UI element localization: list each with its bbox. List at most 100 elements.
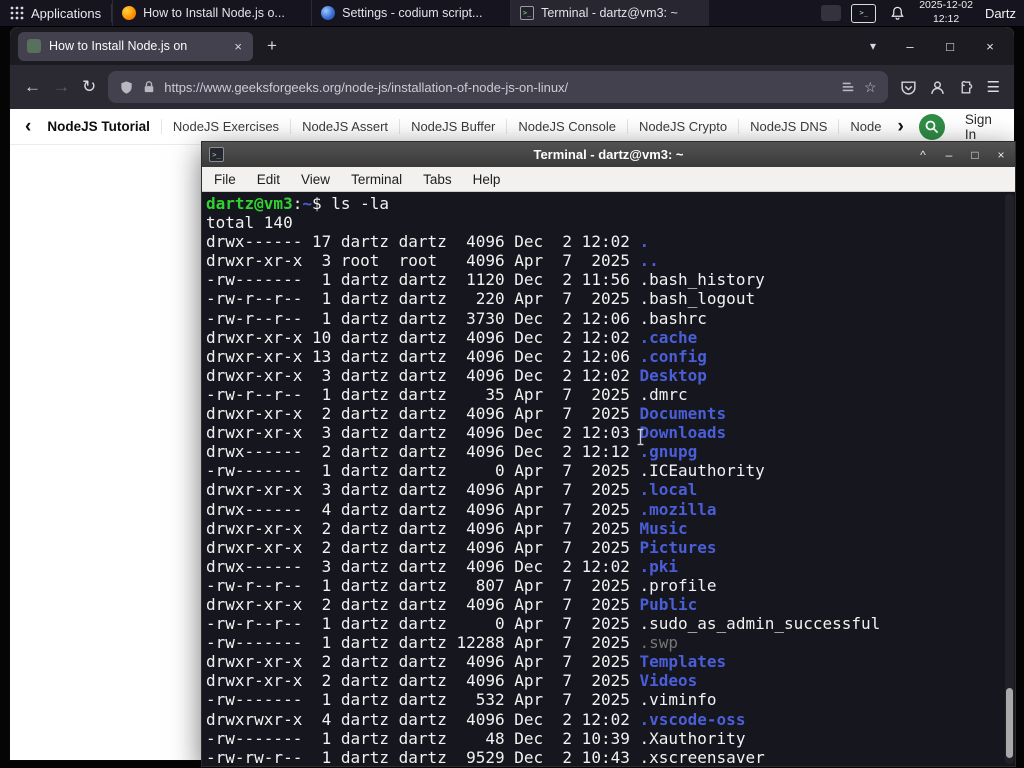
nav-scroll-right-icon[interactable]: › <box>892 117 908 136</box>
window-maximize-button[interactable]: □ <box>934 39 966 54</box>
terminal-title: Terminal - dartz@vm3: ~ <box>533 147 684 162</box>
extensions-icon[interactable] <box>958 79 975 96</box>
search-icon[interactable] <box>918 113 945 140</box>
terminal-line: -rw------- 1 dartz dartz 12288 Apr 7 202… <box>206 633 679 653</box>
terminal-line: -rw-rw-r-- 1 dartz dartz 9529 Dec 2 10:4… <box>206 747 765 766</box>
settings-window-icon <box>321 6 336 20</box>
terminal-line: drwxr-xr-x 3 root root 4096 Apr 7 2025 .… <box>206 251 659 271</box>
site-nav-item-truncated[interactable]: Node <box>839 119 892 134</box>
site-nav-item-buffer[interactable]: NodeJS Buffer <box>400 119 508 134</box>
sign-in-button[interactable]: Sign In <box>965 112 996 142</box>
applications-label: Applications <box>31 5 102 21</box>
clock[interactable]: 2025-12-02 12:12 <box>919 0 973 27</box>
terminal-line: drwxr-xr-x 3 dartz dartz 4096 Dec 2 12:0… <box>206 365 707 385</box>
terminal-menubar: File Edit View Terminal Tabs Help <box>202 167 1015 192</box>
terminal-line: total 140 <box>206 213 293 233</box>
taskbar-button-firefox-nodejs[interactable]: How to Install Node.js o... <box>112 0 311 26</box>
nav-scroll-left-icon[interactable]: ‹ <box>20 117 36 136</box>
tab-close-icon[interactable]: × <box>232 39 244 54</box>
terminal-line: -rw------- 1 dartz dartz 0 Apr 7 2025 .I… <box>206 461 765 481</box>
terminal-line: drwxr-xr-x 2 dartz dartz 4096 Apr 7 2025… <box>206 594 698 614</box>
tab-title: How to Install Node.js on <box>49 39 188 53</box>
terminal-line: -rw------- 1 dartz dartz 532 Apr 7 2025 … <box>206 690 717 710</box>
site-nav-bar: ‹ NodeJS Tutorial NodeJS Exercises NodeJ… <box>10 109 1014 145</box>
terminal-line: -rw-r--r-- 1 dartz dartz 220 Apr 7 2025 … <box>206 289 756 309</box>
terminal-line: -rw-r--r-- 1 dartz dartz 3730 Dec 2 12:0… <box>206 308 707 328</box>
terminal-window: >_ Terminal - dartz@vm3: ~ ^ – □ × File … <box>201 141 1016 767</box>
tracking-protection-shield-icon[interactable] <box>119 80 134 95</box>
terminal-output: dartz@vm3:~$ ls -la total 140 drwx------ 1… <box>206 194 1015 766</box>
terminal-maximize-button[interactable]: □ <box>968 148 982 162</box>
session-user-label: Dartz <box>984 5 1016 21</box>
clock-date: 2025-12-02 <box>919 0 973 12</box>
tray-icon[interactable] <box>821 5 842 21</box>
terminal-close-button[interactable]: × <box>994 148 1008 162</box>
terminal-shade-button[interactable]: ^ <box>916 148 930 162</box>
menu-terminal[interactable]: Terminal <box>351 172 402 187</box>
window-minimize-button[interactable]: – <box>894 39 926 54</box>
lock-icon[interactable] <box>143 80 155 94</box>
terminal-line: drwxrwxr-x 4 dartz dartz 4096 Dec 2 12:0… <box>206 709 746 729</box>
taskbar-button-label: Terminal - dartz@vm3: ~ <box>541 6 678 20</box>
text-cursor-pointer <box>637 428 644 446</box>
firefox-icon <box>122 6 137 20</box>
terminal-titlebar[interactable]: >_ Terminal - dartz@vm3: ~ ^ – □ × <box>202 142 1015 167</box>
top-panel: Applications How to Install Node.js o...… <box>0 0 1024 27</box>
terminal-line: dartz@vm3:~$ ls -la <box>206 194 390 213</box>
tab-bar: How to Install Node.js on × + ▾ – □ × <box>10 27 1014 65</box>
terminal-scrollbar[interactable] <box>1005 194 1014 764</box>
terminal-line: drwxr-xr-x 2 dartz dartz 4096 Apr 7 2025… <box>206 537 717 557</box>
menu-icon[interactable]: ☰ <box>987 78 1000 96</box>
navigation-toolbar: ← → ↻ https://www.geeksforgeeks.org/node… <box>10 65 1014 109</box>
tray-terminal-icon[interactable]: >_ <box>851 3 877 23</box>
menu-edit[interactable]: Edit <box>257 172 280 187</box>
site-nav-item-console[interactable]: NodeJS Console <box>507 119 628 134</box>
bookmark-star-icon[interactable]: ☆ <box>864 79 877 96</box>
terminal-line: drwxr-xr-x 2 dartz dartz 4096 Apr 7 2025… <box>206 404 727 424</box>
taskbar-button-label: How to Install Node.js o... <box>143 6 285 20</box>
list-tabs-icon[interactable]: ▾ <box>870 39 876 53</box>
menu-help[interactable]: Help <box>473 172 501 187</box>
site-nav-item-crypto[interactable]: NodeJS Crypto <box>628 119 740 134</box>
terminal-line: drwxr-xr-x 13 dartz dartz 4096 Dec 2 12:… <box>206 346 707 366</box>
menu-view[interactable]: View <box>301 172 330 187</box>
reload-button[interactable]: ↻ <box>82 77 96 97</box>
site-nav-item-assert[interactable]: NodeJS Assert <box>291 119 401 134</box>
back-button[interactable]: ← <box>24 77 41 97</box>
applications-menu[interactable]: Applications <box>0 0 111 26</box>
menu-file[interactable]: File <box>214 172 236 187</box>
clock-time: 12:12 <box>932 13 960 25</box>
pocket-icon[interactable] <box>900 79 917 96</box>
taskbar-button-settings[interactable]: Settings - codium script... <box>311 0 510 26</box>
account-icon[interactable] <box>929 79 946 96</box>
site-nav-item-exercises[interactable]: NodeJS Exercises <box>162 119 292 134</box>
terminal-line: drwxr-xr-x 2 dartz dartz 4096 Apr 7 2025… <box>206 671 698 691</box>
menu-tabs[interactable]: Tabs <box>423 172 452 187</box>
taskbar-button-label: Settings - codium script... <box>342 6 483 20</box>
terminal-icon: >_ <box>209 147 224 162</box>
reader-mode-icon[interactable] <box>841 80 855 94</box>
terminal-line: drwx------ 17 dartz dartz 4096 Dec 2 12:… <box>206 232 650 252</box>
terminal-line: drwx------ 3 dartz dartz 4096 Dec 2 12:0… <box>206 556 679 576</box>
site-nav-item-dns[interactable]: NodeJS DNS <box>739 119 840 134</box>
url-bar[interactable]: https://www.geeksforgeeks.org/node-js/in… <box>108 71 888 103</box>
site-nav-item-tutorial[interactable]: NodeJS Tutorial <box>36 119 162 134</box>
terminal-line: drwxr-xr-x 2 dartz dartz 4096 Apr 7 2025… <box>206 518 688 538</box>
new-tab-button[interactable]: + <box>261 36 283 56</box>
terminal-line: drwxr-xr-x 3 dartz dartz 4096 Apr 7 2025… <box>206 480 698 500</box>
forward-button[interactable]: → <box>53 77 70 97</box>
terminal-body[interactable]: dartz@vm3:~$ ls -la total 140 drwx------ 1… <box>202 192 1015 766</box>
scrollbar-thumb[interactable] <box>1006 688 1013 758</box>
url-text[interactable]: https://www.geeksforgeeks.org/node-js/in… <box>164 80 832 95</box>
terminal-line: -rw------- 1 dartz dartz 1120 Dec 2 11:5… <box>206 270 765 290</box>
terminal-line: drwxr-xr-x 3 dartz dartz 4096 Dec 2 12:0… <box>206 423 727 443</box>
applications-grid-icon <box>10 6 24 20</box>
taskbar-button-terminal[interactable]: >_ Terminal - dartz@vm3: ~ <box>510 0 710 26</box>
notification-bell-icon[interactable] <box>890 5 905 21</box>
terminal-minimize-button[interactable]: – <box>942 148 956 162</box>
terminal-line: -rw-r--r-- 1 dartz dartz 0 Apr 7 2025 .s… <box>206 614 881 634</box>
window-close-button[interactable]: × <box>974 39 1006 54</box>
terminal-line: drwx------ 2 dartz dartz 4096 Dec 2 12:1… <box>206 442 698 462</box>
browser-tab[interactable]: How to Install Node.js on × <box>18 31 253 61</box>
terminal-line: drwxr-xr-x 2 dartz dartz 4096 Apr 7 2025… <box>206 652 727 672</box>
